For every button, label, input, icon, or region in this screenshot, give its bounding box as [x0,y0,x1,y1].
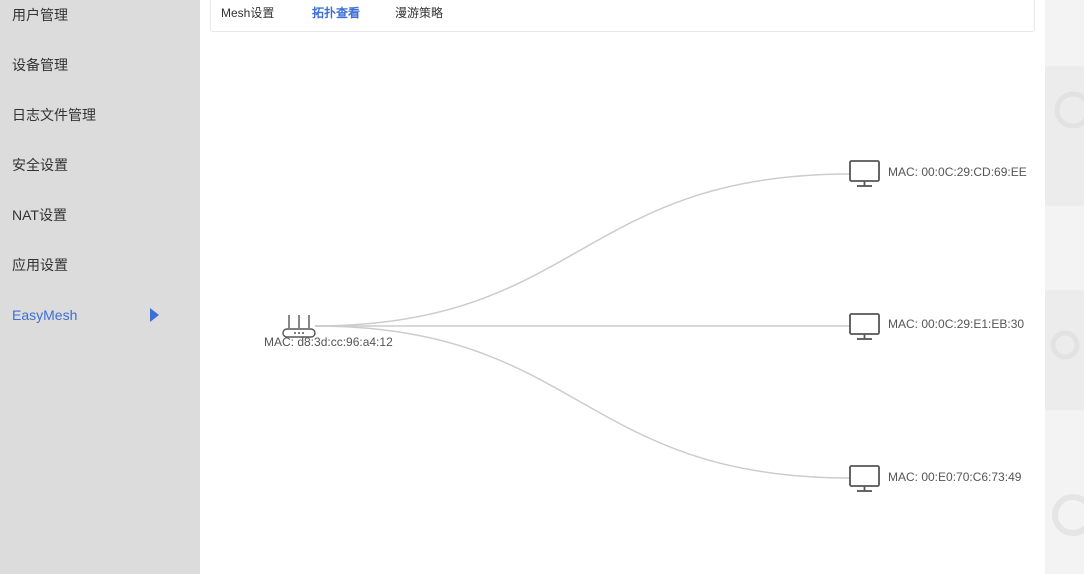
router-icon[interactable] [282,315,316,338]
monitor-icon[interactable] [849,465,880,492]
sidebar-item-label: 用户管理 [12,7,68,23]
sidebar-item-user-management[interactable]: 用户管理 [0,0,200,30]
device-mac-label: MAC: 00:0C:29:E1:EB:30 [888,317,1025,331]
sidebar-item-device-management[interactable]: 设备管理 [0,50,200,80]
sidebar-item-nat-settings[interactable]: NAT设置 [0,200,200,230]
monitor-icon[interactable] [849,313,880,340]
topology-diagram [282,160,880,492]
sidebar-item-label: EasyMesh [12,307,78,323]
sidebar-item-label: 日志文件管理 [12,107,96,123]
sidebar-item-label: 设备管理 [12,57,68,73]
decorative-background-icon [1045,66,1084,536]
router-mac-label: MAC: d8:3d:cc:96:a4:12 [264,335,393,349]
sidebar-item-easymesh[interactable]: EasyMesh [0,300,200,330]
sidebar-item-label: NAT设置 [12,207,67,223]
topology-link [314,173,851,327]
sidebar-item-security-settings[interactable]: 安全设置 [0,150,200,180]
monitor-icon[interactable] [849,160,880,187]
caret-right-icon [150,308,159,322]
device-mac-label: MAC: 00:E0:70:C6:73:49 [888,470,1022,484]
sidebar-item-label: 应用设置 [12,257,68,273]
sidebar-item-app-settings[interactable]: 应用设置 [0,250,200,280]
device-mac-label: MAC: 00:0C:29:CD:69:EE [888,165,1027,179]
sidebar: 用户管理 设备管理 日志文件管理 安全设置 NAT设置 应用设置 EasyMes… [0,0,200,574]
sidebar-item-label: 安全设置 [12,157,68,173]
topology-link [314,325,851,479]
sidebar-item-log-file-management[interactable]: 日志文件管理 [0,100,200,130]
main-content: Mesh设置 拓扑查看 漫游策略 MAC: d8:3d:cc:96:a4:12 … [200,0,1045,574]
background-illustration [1045,0,1084,574]
